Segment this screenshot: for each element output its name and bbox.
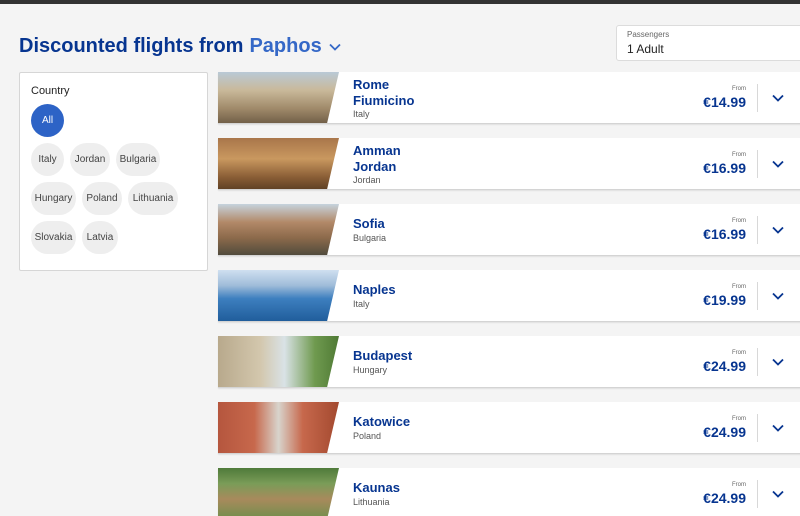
card-divider bbox=[757, 480, 758, 508]
destination-country: Jordan bbox=[353, 175, 381, 185]
page-title-text: Discounted flights from bbox=[19, 35, 244, 57]
country-chip-hungary[interactable]: Hungary bbox=[31, 182, 76, 215]
country-chip-italy[interactable]: Italy bbox=[31, 143, 64, 176]
price-from-label: From bbox=[732, 482, 746, 488]
top-bar bbox=[0, 0, 800, 4]
destination-city-line2: Fiumicino bbox=[353, 93, 415, 108]
country-chip-slovakia[interactable]: Slovakia bbox=[31, 221, 76, 254]
destination-country: Italy bbox=[353, 109, 370, 119]
destination-photo bbox=[218, 468, 339, 516]
price-from-label: From bbox=[732, 86, 746, 92]
destination-photo bbox=[218, 336, 339, 387]
destination-price: €24.99 bbox=[703, 424, 746, 440]
chevron-down-icon[interactable] bbox=[771, 223, 785, 237]
destination-card[interactable]: Rome Fiumicino Italy From €14.99 bbox=[218, 72, 800, 124]
country-filter-panel: Country All Italy Jordan Bulgaria Hungar… bbox=[19, 72, 208, 271]
price-from-label: From bbox=[732, 284, 746, 290]
destination-photo bbox=[218, 138, 339, 189]
destination-card[interactable]: Katowice Poland From €24.99 bbox=[218, 402, 800, 454]
origin-selector[interactable]: Paphos bbox=[249, 35, 321, 58]
chevron-down-icon[interactable] bbox=[771, 157, 785, 171]
page-title: Discounted flights from Paphos bbox=[19, 35, 342, 58]
destination-city-line1: Katowice bbox=[353, 414, 411, 429]
destination-price: €24.99 bbox=[703, 358, 746, 374]
destination-country: Hungary bbox=[353, 365, 388, 375]
destination-country: Italy bbox=[353, 299, 370, 309]
price-from-label: From bbox=[732, 218, 746, 224]
country-filter-heading: Country bbox=[31, 85, 70, 97]
price-from-label: From bbox=[732, 350, 746, 356]
destination-city: Amman Jordan bbox=[353, 143, 401, 175]
destination-city: Naples bbox=[353, 282, 396, 298]
destination-city: Budapest bbox=[353, 348, 412, 364]
destination-city-line1: Naples bbox=[353, 282, 396, 297]
chevron-down-icon[interactable] bbox=[771, 421, 785, 435]
destination-card[interactable]: Naples Italy From €19.99 bbox=[218, 270, 800, 322]
destination-photo bbox=[218, 204, 339, 255]
country-chip-bulgaria[interactable]: Bulgaria bbox=[116, 143, 160, 176]
chevron-down-icon[interactable] bbox=[771, 289, 785, 303]
destination-country: Poland bbox=[353, 431, 382, 441]
destination-country: Bulgaria bbox=[353, 233, 387, 243]
destination-country: Lithuania bbox=[353, 497, 390, 507]
destination-city-line1: Kaunas bbox=[353, 480, 400, 495]
destination-card[interactable]: Kaunas Lithuania From €24.99 bbox=[218, 468, 800, 516]
destination-city-line1: Budapest bbox=[353, 348, 413, 363]
destination-photo bbox=[218, 270, 339, 321]
passengers-value: 1 Adult bbox=[627, 42, 664, 56]
destination-city: Rome Fiumicino bbox=[353, 77, 414, 109]
destination-price: €19.99 bbox=[703, 292, 746, 308]
passengers-label: Passengers bbox=[627, 30, 670, 39]
chevron-down-icon[interactable] bbox=[771, 487, 785, 501]
chevron-down-icon[interactable] bbox=[328, 40, 342, 54]
price-from-label: From bbox=[732, 416, 746, 422]
destination-card[interactable]: Amman Jordan Jordan From €16.99 bbox=[218, 138, 800, 190]
destination-city-line1: Amman bbox=[353, 143, 401, 158]
price-from-label: From bbox=[732, 152, 746, 158]
destination-city-line1: Rome bbox=[353, 77, 390, 92]
chevron-down-icon[interactable] bbox=[771, 91, 785, 105]
destination-photo bbox=[218, 72, 339, 123]
destination-card[interactable]: Sofia Bulgaria From €16.99 bbox=[218, 204, 800, 256]
destination-city: Sofia bbox=[353, 216, 385, 232]
card-divider bbox=[757, 282, 758, 310]
destination-photo bbox=[218, 402, 339, 453]
destination-city-line2: Jordan bbox=[353, 159, 397, 174]
country-chip-latvia[interactable]: Latvia bbox=[82, 221, 118, 254]
country-chip-lithuania[interactable]: Lithuania bbox=[128, 182, 178, 215]
card-divider bbox=[757, 414, 758, 442]
destination-price: €16.99 bbox=[703, 160, 746, 176]
country-chip-jordan[interactable]: Jordan bbox=[70, 143, 110, 176]
destination-city-line1: Sofia bbox=[353, 216, 385, 231]
chevron-down-icon[interactable] bbox=[771, 355, 785, 369]
destination-card[interactable]: Budapest Hungary From €24.99 bbox=[218, 336, 800, 388]
card-divider bbox=[757, 150, 758, 178]
card-divider bbox=[757, 348, 758, 376]
destination-city: Katowice bbox=[353, 414, 410, 430]
destination-city: Kaunas bbox=[353, 480, 400, 496]
country-chip-all[interactable]: All bbox=[31, 104, 64, 137]
country-chip-poland[interactable]: Poland bbox=[82, 182, 122, 215]
card-divider bbox=[757, 216, 758, 244]
destination-price: €14.99 bbox=[703, 94, 746, 110]
card-divider bbox=[757, 84, 758, 112]
destination-price: €16.99 bbox=[703, 226, 746, 242]
passengers-selector[interactable]: Passengers 1 Adult bbox=[616, 25, 800, 61]
destination-price: €24.99 bbox=[703, 490, 746, 506]
